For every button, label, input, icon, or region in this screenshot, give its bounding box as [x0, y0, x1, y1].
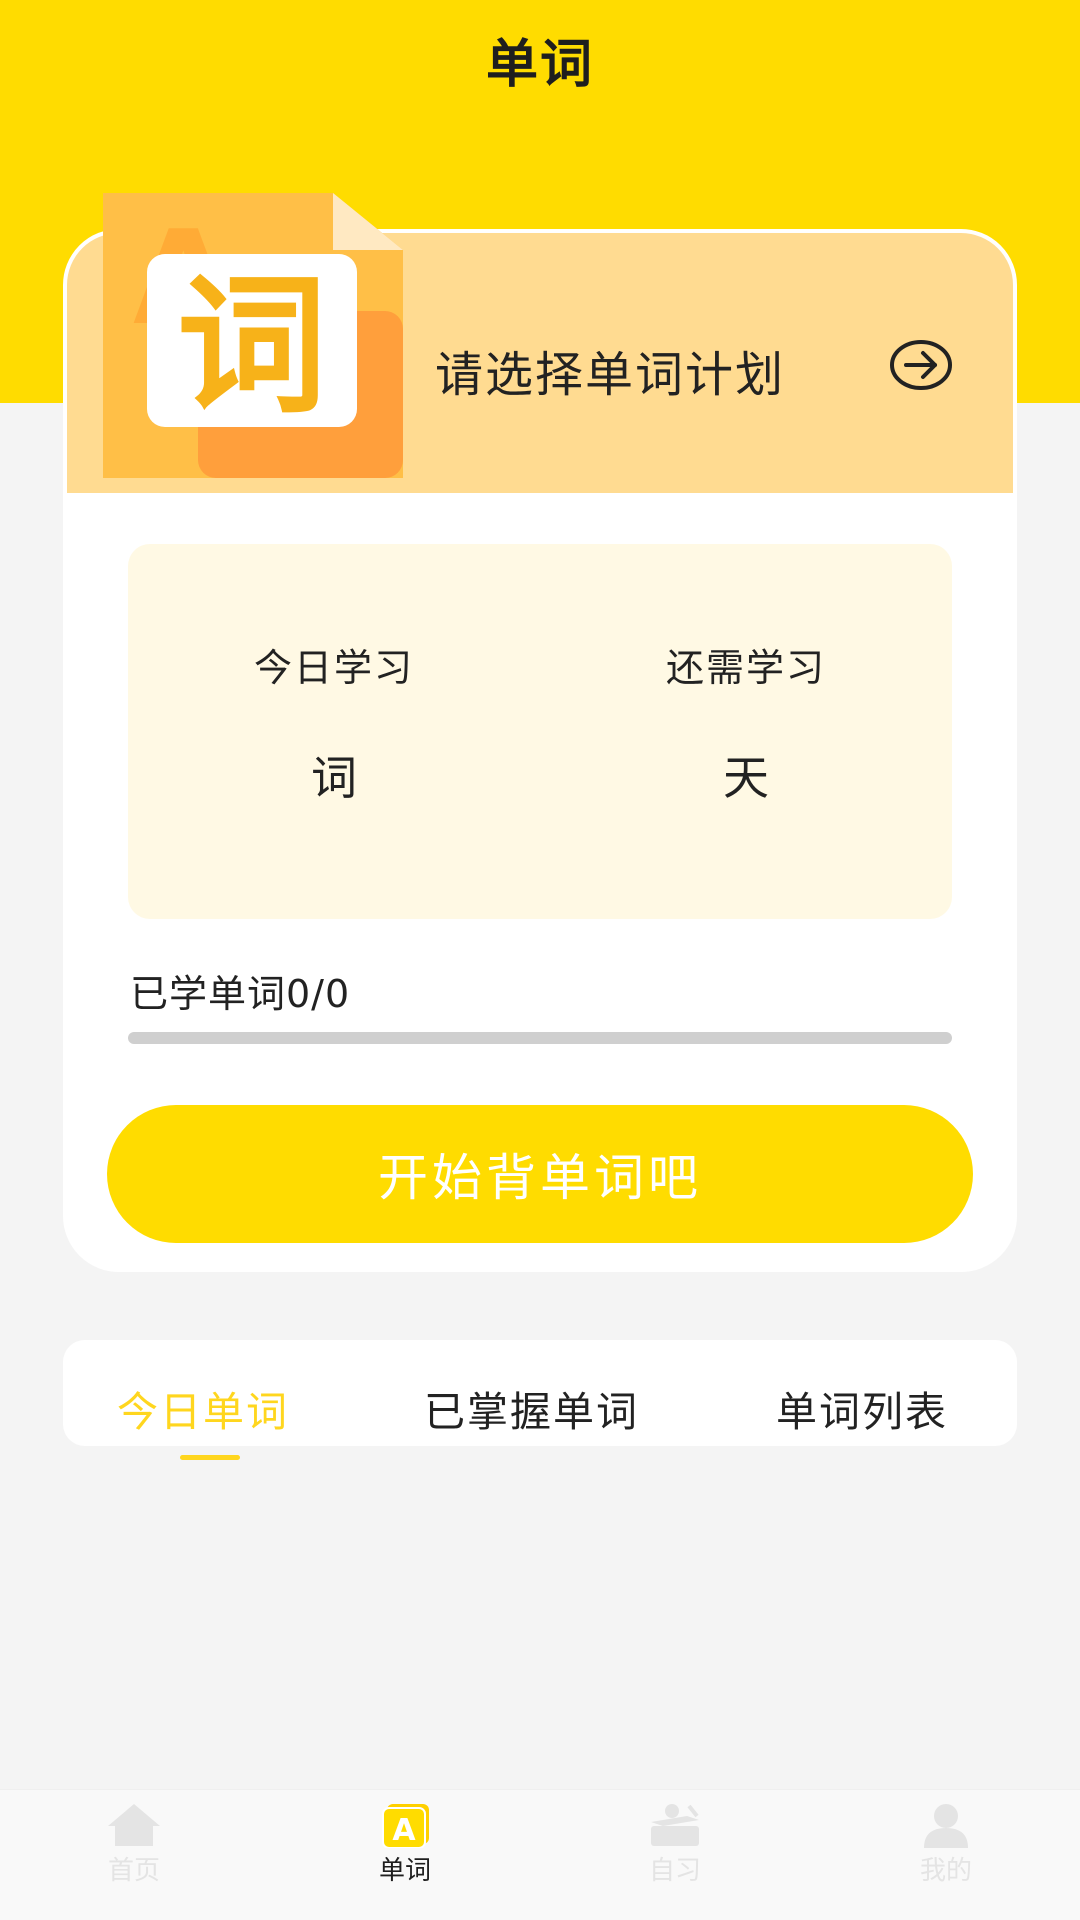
nav-mine[interactable]: 我的 — [876, 1802, 1016, 1912]
word-icon: A — [382, 1804, 429, 1848]
page-title: 单词 — [485, 35, 594, 95]
today-study-unit: 词 — [311, 751, 357, 805]
user-icon — [924, 1804, 968, 1848]
tab-word-list[interactable]: 单词列表 — [776, 1378, 948, 1438]
nav-study-label: 自习 — [648, 1856, 701, 1886]
nav-home[interactable]: 首页 — [64, 1802, 204, 1912]
bottom-navigation: 首页 A 单词 自习 我的 — [0, 1789, 1080, 1920]
tab-mastered-words[interactable]: 已掌握单词 — [424, 1378, 639, 1438]
tab-today-words[interactable]: 今日单词 — [117, 1378, 289, 1438]
select-plan-label: 请选择单词计划 — [435, 347, 786, 403]
home-icon — [108, 1804, 160, 1846]
study-desk-icon — [651, 1804, 699, 1846]
remaining-study-label: 还需学习 — [665, 646, 826, 690]
arrow-right-circle-icon — [890, 340, 952, 390]
learning-progress-bar — [128, 1032, 952, 1044]
nav-home-label: 首页 — [107, 1856, 160, 1886]
word-icon-letter: A — [392, 1813, 416, 1848]
badge-character: 词 — [177, 260, 327, 434]
active-tab-indicator — [180, 1455, 240, 1460]
word-tabs: 今日单词 已掌握单词 单词列表 — [63, 1340, 1017, 1446]
nav-study[interactable]: 自习 — [605, 1802, 745, 1912]
word-book-icon: A 词 — [103, 193, 403, 478]
nav-mine-label: 我的 — [919, 1856, 972, 1886]
learned-words-count: 已学单词0/0 — [130, 972, 351, 1016]
remaining-study-unit: 天 — [723, 751, 769, 805]
nav-words-label: 单词 — [378, 1856, 431, 1886]
today-study-label: 今日学习 — [253, 646, 414, 690]
card-body: 今日学习 词 还需学习 天 已学单词0/0 开始背单词吧 — [67, 493, 1013, 1268]
start-memorizing-button[interactable]: 开始背单词吧 — [107, 1105, 973, 1243]
nav-words[interactable]: A 单词 — [335, 1802, 475, 1912]
stats-panel: 今日学习 词 还需学习 天 — [128, 544, 952, 919]
